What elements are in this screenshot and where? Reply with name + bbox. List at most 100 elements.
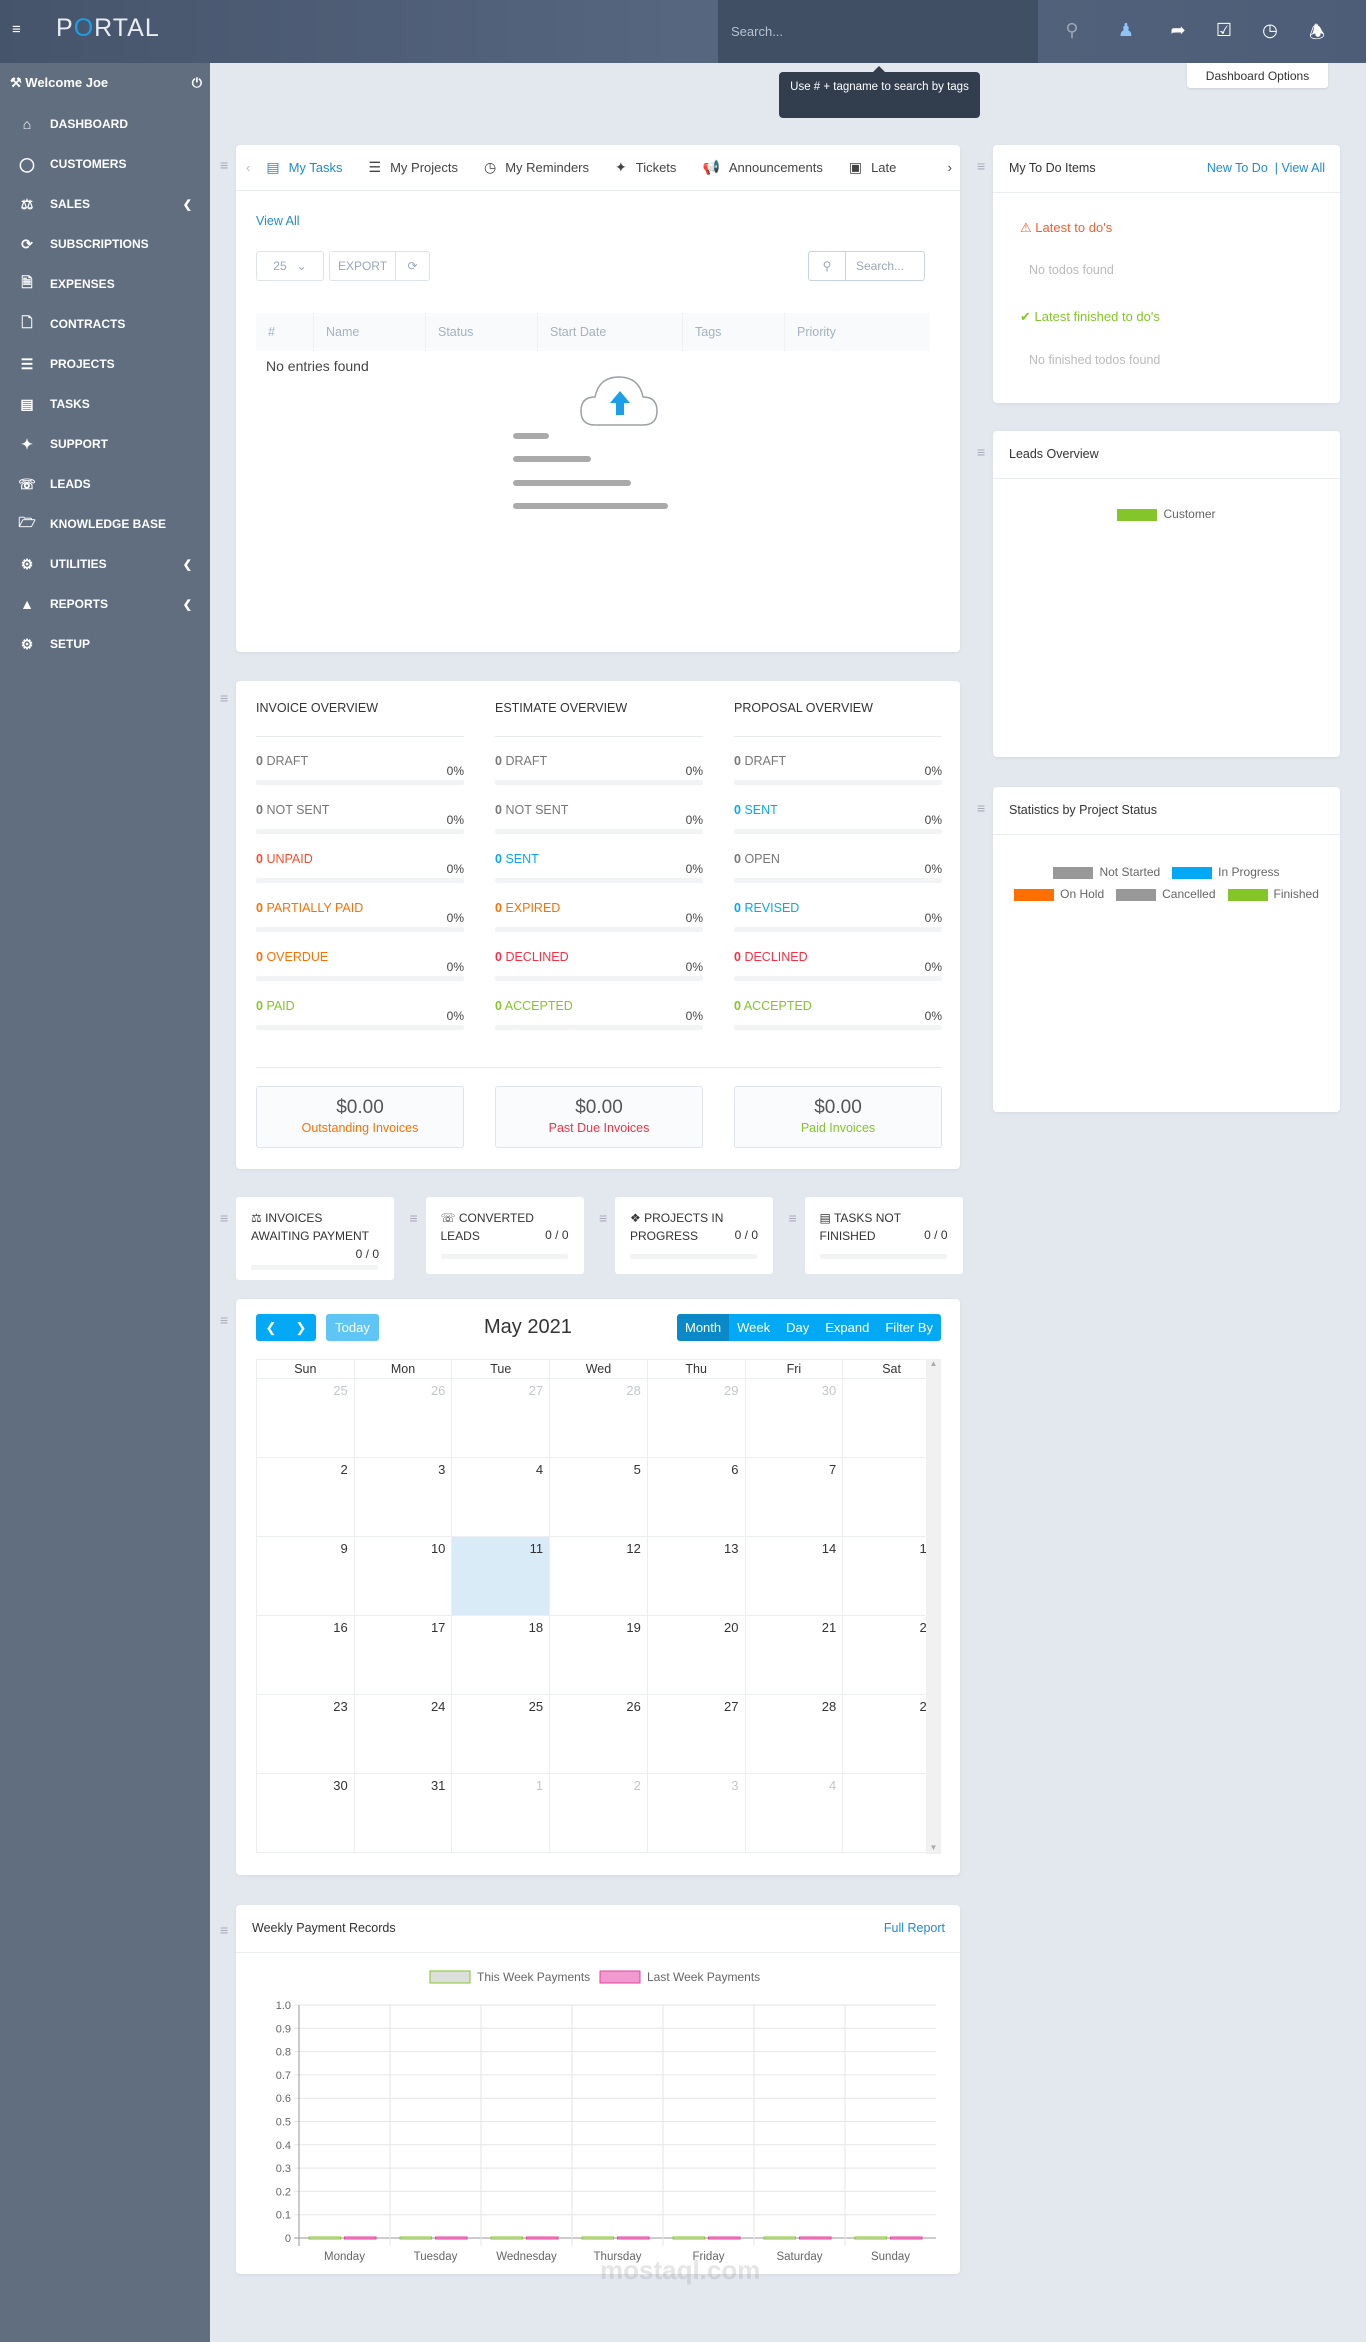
col-priority[interactable]: Priority [785,313,930,351]
sidebar-item-reports[interactable]: ▲ REPORTS ❮ [0,586,210,622]
sidebar-item-tasks[interactable]: ▤ TASKS [0,386,210,422]
calendar-day[interactable]: 4 [451,1457,551,1537]
bar-this-week-payments[interactable] [490,2236,523,2240]
view-all-tasks-link[interactable]: View All [256,214,300,228]
drag-handle-icon[interactable]: ≡ [410,1211,420,1225]
full-report-link[interactable]: Full Report [884,1921,945,1935]
col-number[interactable]: # [256,313,314,351]
calendar-day[interactable]: 23 [256,1694,355,1774]
calendar-day[interactable]: 4 [744,1773,844,1853]
calendar-scrollbar[interactable]: ▲ ▼ [926,1359,941,1854]
calendar-day[interactable]: 28 [549,1378,648,1458]
calendar-day[interactable]: 31 [353,1773,453,1853]
tab-announcements[interactable]: 📢 Announcements [702,159,822,176]
tab-my-tasks[interactable]: ▤ My Tasks [266,159,342,176]
bar-this-week-payments[interactable] [308,2236,341,2240]
tasks-search-input[interactable]: Search... [845,251,925,281]
overview-row[interactable]: 0 ACCEPTED 0% [734,999,942,1039]
col-tags[interactable]: Tags [683,313,785,351]
view-day-button[interactable]: Day [778,1314,818,1341]
col-status[interactable]: Status [426,313,538,351]
clock-icon[interactable]: ◷ [1258,20,1282,41]
overview-row[interactable]: 0 PARTIALLY PAID 0% [256,901,464,941]
reload-button[interactable]: ⟳ [395,251,430,281]
tabs-next-icon[interactable]: › [943,160,952,175]
total-box[interactable]: $0.00 Paid Invoices [734,1086,942,1148]
dashboard-options-button[interactable]: Dashboard Options [1187,63,1328,88]
view-month-button[interactable]: Month [677,1314,730,1341]
calendar-day[interactable]: 3 [646,1773,746,1853]
drag-handle-icon[interactable]: ≡ [220,158,230,172]
calendar-day[interactable]: 14 [744,1536,844,1616]
overview-row[interactable]: 0 OVERDUE 0% [256,950,464,990]
drag-handle-icon[interactable]: ≡ [789,1211,799,1225]
menu-toggle-icon[interactable]: ≡ [12,22,28,37]
sidebar-item-knowledge-base[interactable]: 🗁 KNOWLEDGE BASE [0,506,210,542]
overview-row[interactable]: 0 DRAFT 0% [495,754,703,794]
view-filter-by-button[interactable]: Filter By [877,1314,942,1341]
stat-card[interactable]: ≡ ▤ TASKS NOT FINISHED 0 / 0 [789,1197,963,1274]
drag-handle-icon[interactable]: ≡ [220,1923,230,1937]
overview-row[interactable]: 0 UNPAID 0% [256,852,464,892]
search-icon[interactable]: ⚲ [808,251,846,281]
sidebar-item-setup[interactable]: ⚙ SETUP [0,626,210,662]
bar-last-week-payments[interactable] [526,2236,559,2240]
bar-last-week-payments[interactable] [617,2236,650,2240]
calendar-day[interactable]: 27 [646,1694,746,1774]
stat-card[interactable]: ≡ ☏ CONVERTED LEADS 0 / 0 [410,1197,584,1274]
calendar-day[interactable]: 20 [646,1615,746,1695]
calendar-day[interactable]: 27 [451,1378,551,1458]
avatar[interactable]: ♟ [1114,20,1138,41]
stat-card[interactable]: ≡ ⚖ INVOICES AWAITING PAYMENT 0 / 0 [220,1197,394,1280]
bar-this-week-payments[interactable] [581,2236,614,2240]
next-month-button[interactable]: ❯ [286,1314,316,1341]
sidebar-item-sales[interactable]: ⚖ SALES ❮ [0,186,210,222]
search-input[interactable]: Search... [718,0,1038,63]
view-expand-button[interactable]: Expand [817,1314,878,1341]
checkbox-icon[interactable]: ☑ [1212,20,1236,41]
bar-this-week-payments[interactable] [854,2236,887,2240]
calendar-day[interactable]: 21 [744,1615,844,1695]
drag-handle-icon[interactable]: ≡ [220,1211,230,1225]
overview-row[interactable]: 0 SENT 0% [495,852,703,892]
bar-last-week-payments[interactable] [708,2236,741,2240]
new-todo-link[interactable]: New To Do [1207,161,1268,175]
overview-row[interactable]: 0 DRAFT 0% [734,754,942,794]
overview-row[interactable]: 0 DECLINED 0% [734,950,942,990]
today-button[interactable]: Today [326,1314,379,1341]
calendar-day[interactable]: 30 [744,1378,844,1458]
overview-row[interactable]: 0 REVISED 0% [734,901,942,941]
total-box[interactable]: $0.00 Past Due Invoices [495,1086,703,1148]
overview-row[interactable]: 0 PAID 0% [256,999,464,1039]
calendar-day[interactable]: 25 [451,1694,551,1774]
bar-last-week-payments[interactable] [435,2236,468,2240]
bar-last-week-payments[interactable] [799,2236,832,2240]
bar-this-week-payments[interactable] [399,2236,432,2240]
overview-row[interactable]: 0 OPEN 0% [734,852,942,892]
calendar-day[interactable]: 2 [549,1773,648,1853]
tabs-prev-icon[interactable]: ‹ [246,160,250,175]
calendar-day[interactable]: 6 [646,1457,746,1537]
logout-icon[interactable]: ⏻ [192,75,202,91]
legend-item[interactable]: Not Started [1053,861,1160,883]
overview-row[interactable]: 0 ACCEPTED 0% [495,999,703,1039]
legend-item[interactable]: On Hold [1014,883,1104,905]
sidebar-item-subscriptions[interactable]: ⟳ SUBSCRIPTIONS [0,226,210,262]
export-button[interactable]: EXPORT [329,251,396,281]
legend-item[interactable]: Cancelled [1116,883,1216,905]
calendar-day[interactable]: 29 [646,1378,746,1458]
calendar-day[interactable]: 26 [549,1694,648,1774]
drag-handle-icon[interactable]: ≡ [977,445,987,459]
calendar-day[interactable]: 2 [256,1457,355,1537]
legend-item[interactable]: Finished [1227,883,1319,905]
calendar-day[interactable]: 12 [549,1536,648,1616]
view-all-todos-link[interactable]: | View All [1275,161,1325,175]
page-size-select[interactable]: 25 ⌄ [256,251,324,281]
calendar-day[interactable]: 9 [256,1536,355,1616]
sidebar-item-customers[interactable]: ◯ CUSTOMERS [0,146,210,182]
legend-item[interactable]: Customer [993,507,1340,521]
calendar-day[interactable]: 3 [353,1457,453,1537]
sidebar-item-support[interactable]: ✦ SUPPORT [0,426,210,462]
calendar-day[interactable]: 24 [353,1694,453,1774]
tab-my-reminders[interactable]: ◷ My Reminders [484,159,589,176]
